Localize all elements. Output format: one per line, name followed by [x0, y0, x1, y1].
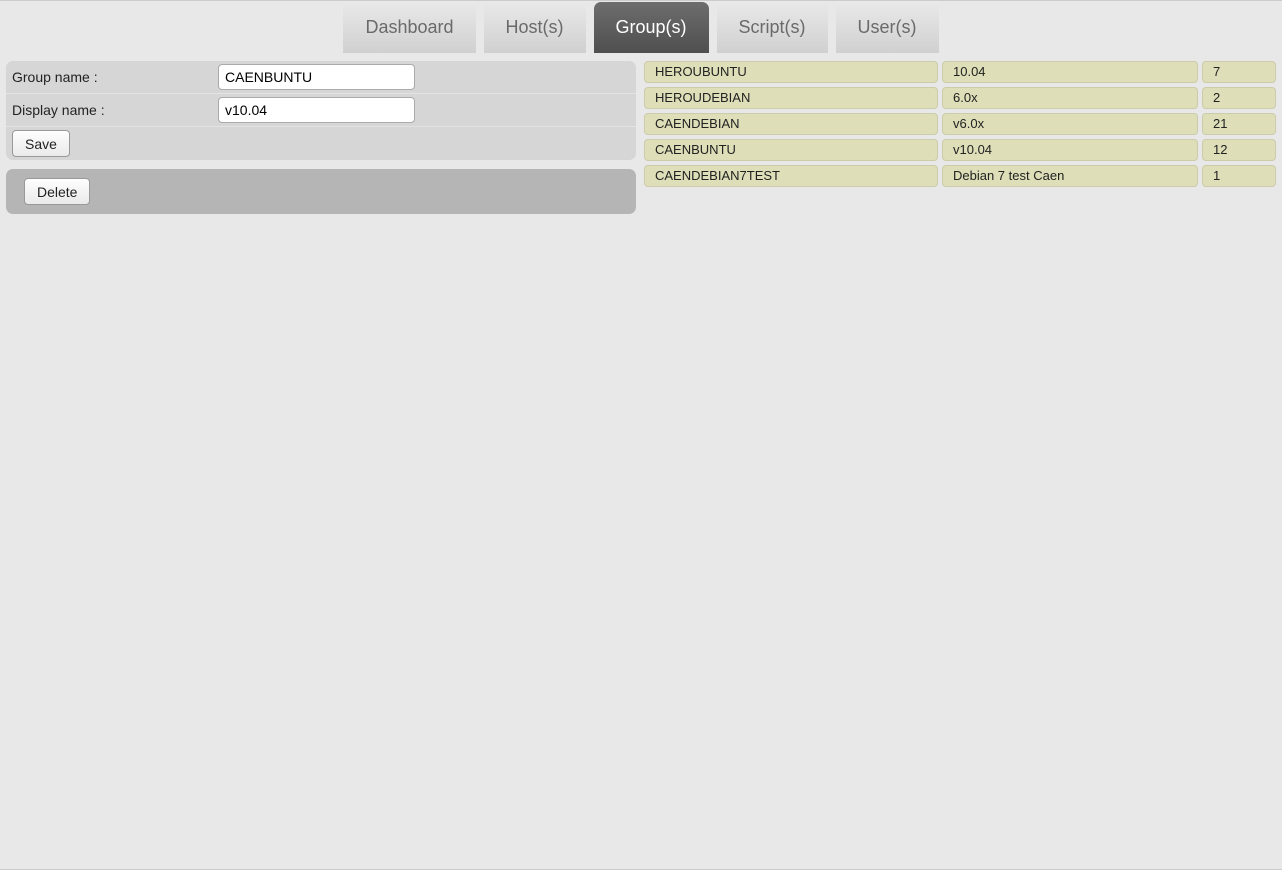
tab-users[interactable]: User(s) — [836, 2, 939, 53]
group-name-cell: HEROUDEBIAN — [644, 87, 938, 109]
group-count-cell: 21 — [1202, 113, 1276, 135]
group-name-input[interactable] — [218, 64, 415, 90]
group-display-cell: Debian 7 test Caen — [942, 165, 1198, 187]
group-row[interactable]: CAENBUNTUv10.0412 — [644, 139, 1276, 161]
display-name-input[interactable] — [218, 97, 415, 123]
tab-dashboard[interactable]: Dashboard — [343, 2, 475, 53]
group-name-cell: CAENBUNTU — [644, 139, 938, 161]
group-display-cell: 6.0x — [942, 87, 1198, 109]
display-name-label: Display name : — [6, 102, 214, 118]
delete-section: Delete — [6, 169, 636, 214]
group-count-cell: 2 — [1202, 87, 1276, 109]
group-name-label: Group name : — [6, 69, 214, 85]
group-display-cell: v10.04 — [942, 139, 1198, 161]
group-name-cell: CAENDEBIAN7TEST — [644, 165, 938, 187]
group-name-cell: HEROUBUNTU — [644, 61, 938, 83]
delete-button[interactable]: Delete — [24, 178, 90, 205]
group-count-cell: 12 — [1202, 139, 1276, 161]
group-count-cell: 1 — [1202, 165, 1276, 187]
group-display-cell: v6.0x — [942, 113, 1198, 135]
group-display-cell: 10.04 — [942, 61, 1198, 83]
group-count-cell: 7 — [1202, 61, 1276, 83]
group-row[interactable]: CAENDEBIAN7TESTDebian 7 test Caen1 — [644, 165, 1276, 187]
save-button[interactable]: Save — [12, 130, 70, 157]
group-list: HEROUBUNTU10.047 HEROUDEBIAN6.0x2 CAENDEBI… — [644, 61, 1276, 187]
group-row[interactable]: HEROUBUNTU10.047 — [644, 61, 1276, 83]
tab-bar: Dashboard Host(s) Group(s) Script(s) Use… — [0, 1, 1282, 53]
group-edit-form: Group name : Display name : Save — [6, 61, 636, 160]
tab-scripts[interactable]: Script(s) — [717, 2, 828, 53]
tab-groups[interactable]: Group(s) — [594, 2, 709, 53]
group-name-cell: CAENDEBIAN — [644, 113, 938, 135]
group-row[interactable]: HEROUDEBIAN6.0x2 — [644, 87, 1276, 109]
tab-hosts[interactable]: Host(s) — [484, 2, 586, 53]
group-row[interactable]: CAENDEBIANv6.0x21 — [644, 113, 1276, 135]
